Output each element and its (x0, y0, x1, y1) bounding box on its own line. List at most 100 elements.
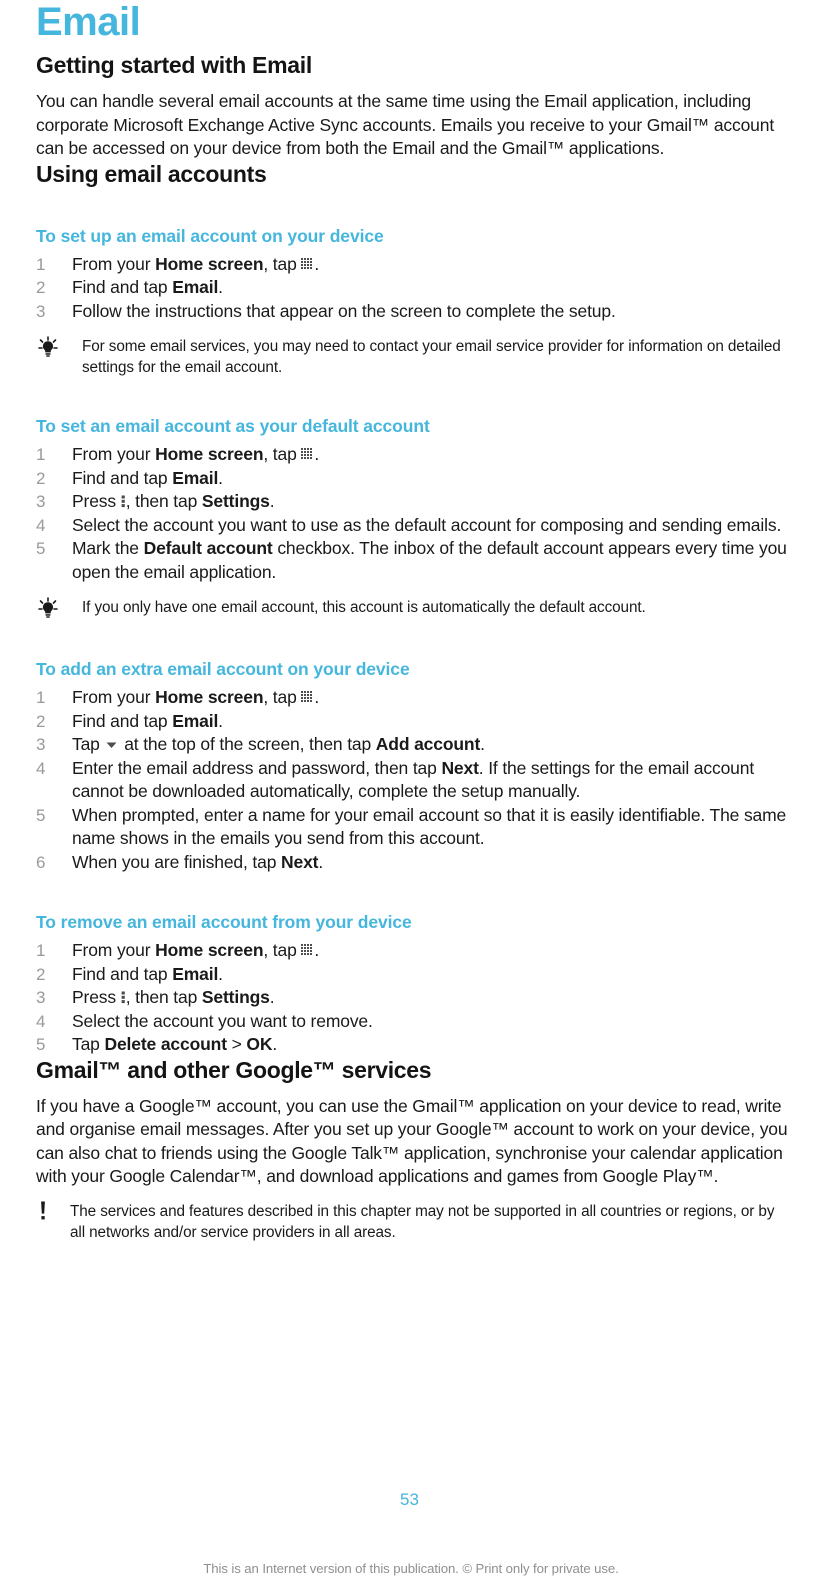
step-text-suffix: . (218, 963, 223, 984)
list-item: Press , then tap Settings. (36, 986, 792, 1010)
tip-text: If you only have one email account, this… (82, 599, 646, 616)
section-heading-getting-started: Getting started with Email (36, 52, 312, 78)
list-item: Tap at the top of the screen, then tap A… (36, 733, 792, 757)
tip-text: For some email services, you may need to… (82, 338, 781, 376)
tip-note: If you only have one email account, this… (36, 597, 792, 621)
step-text-bold: Email (172, 467, 219, 488)
page-number: 53 (400, 1490, 419, 1509)
document-page: Email Getting started with Email You can… (0, 0, 822, 1587)
app-grid-icon (301, 257, 314, 271)
step-text-bold: Next (281, 851, 319, 872)
procedure-title: To set an email account as your default … (36, 416, 430, 436)
warning-text: The services and features described in t… (70, 1202, 775, 1241)
step-text-mid: , tap (263, 687, 302, 707)
paragraph-gmail-services: If you have a Google™ account, you can u… (36, 1095, 788, 1187)
procedure-steps: From your Home screen, tap . Find and ta… (36, 686, 792, 874)
step-text-bold: Home screen (155, 444, 264, 464)
app-grid-icon (301, 691, 314, 704)
step-text-suffix: . (218, 277, 223, 297)
step-text-bold: Email (172, 963, 219, 984)
footer-text: This is an Internet version of this publ… (203, 1561, 619, 1576)
step-text-suffix: . (318, 851, 324, 872)
list-item: From your Home screen, tap . (36, 253, 792, 277)
step-text-suffix: . (314, 253, 320, 274)
procedure-title: To add an extra email account on your de… (36, 659, 410, 679)
lightbulb-icon (36, 597, 66, 619)
step-text-mid: , tap (263, 253, 302, 274)
caret-down-icon (105, 738, 118, 751)
step-text-mid: , tap (263, 940, 302, 960)
step-text-mid: , then tap (125, 491, 202, 511)
step-text-mid: at the top of the screen, then tap (119, 734, 376, 754)
step-text-prefix: Enter the email address and password, th… (72, 757, 442, 778)
step-text-bold: OK (246, 1034, 273, 1054)
step-text-suffix: . (218, 467, 223, 488)
step-text-suffix: . (314, 444, 320, 464)
step-text-bold: Default account (143, 538, 273, 558)
list-item: Select the account you want to use as th… (36, 514, 792, 538)
list-item: When you are finished, tap Next. (36, 851, 792, 875)
step-text-prefix: Mark the (72, 538, 144, 558)
step-text-prefix: When you are finished, tap (72, 851, 281, 872)
step-text-prefix: From your (72, 253, 156, 274)
procedure-remove-email-account: To remove an email account from your dev… (36, 911, 792, 1057)
step-text-suffix: . (218, 710, 223, 731)
step-text-mid: > (226, 1034, 247, 1054)
step-text-bold: Add account (375, 734, 481, 754)
step-text-suffix: . (269, 491, 275, 511)
lightbulb-icon (36, 336, 66, 358)
tip-note: For some email services, you may need to… (36, 336, 792, 378)
section-heading-using-email-accounts: Using email accounts (36, 160, 267, 187)
list-item: Enter the email address and password, th… (36, 757, 792, 804)
procedure-title: To set up an email account on your devic… (36, 225, 384, 246)
step-text-suffix: . (272, 1034, 278, 1054)
list-item: Select the account you want to remove. (36, 1010, 792, 1034)
list-item: Mark the Default account checkbox. The i… (36, 537, 792, 584)
step-text-prefix: Find and tap (72, 710, 173, 731)
step-text-prefix: Select the account you want to use as th… (72, 514, 782, 535)
step-text-prefix: Tap (72, 734, 105, 754)
step-text-prefix: When prompted, enter a name for your ema… (72, 804, 787, 849)
procedure-set-up-email-account: To set up an email account on your devic… (36, 225, 792, 379)
step-text-bold: Email (172, 277, 219, 297)
step-text-bold: Settings (201, 491, 270, 511)
list-item: From your Home screen, tap . (36, 443, 792, 467)
step-text-prefix: Press (72, 491, 121, 511)
procedure-set-default-account: To set an email account as your default … (36, 415, 792, 621)
step-text-suffix: . (314, 940, 320, 960)
step-text-prefix: Find and tap (72, 467, 173, 488)
list-item: When prompted, enter a name for your ema… (36, 804, 792, 851)
app-grid-icon (301, 448, 314, 461)
app-grid-icon (301, 944, 314, 957)
list-item: Find and tap Email. (36, 276, 792, 300)
step-text-prefix: From your (72, 687, 156, 707)
list-item: Tap Delete account > OK. (36, 1033, 792, 1057)
list-item: Find and tap Email. (36, 963, 792, 987)
step-text-bold: Email (172, 710, 219, 731)
section-heading-gmail-services: Gmail™ and other Google™ services (36, 1056, 432, 1083)
step-text-mid: , tap (263, 444, 302, 464)
step-text-prefix: Press (72, 987, 121, 1007)
step-text-bold: Next (441, 757, 479, 778)
step-text-bold: Settings (201, 987, 270, 1007)
procedure-steps: From your Home screen, tap . Find and ta… (36, 939, 792, 1057)
exclamation-icon (38, 1200, 54, 1222)
step-text-prefix: Tap (72, 1034, 105, 1054)
step-text-bold: Home screen (155, 253, 264, 274)
warning-note: The services and features described in t… (36, 1201, 792, 1243)
step-text-bold: Home screen (155, 940, 264, 960)
list-item: From your Home screen, tap . (36, 686, 792, 710)
list-item: Find and tap Email. (36, 710, 792, 734)
step-text-bold: Delete account (104, 1034, 227, 1054)
step-text-suffix: . (314, 687, 320, 707)
procedure-steps: From your Home screen, tap . Find and ta… (36, 253, 792, 324)
procedure-title: To remove an email account from your dev… (36, 912, 412, 932)
step-text-prefix: From your (72, 444, 156, 464)
chapter-title: Email (36, 0, 141, 44)
procedure-steps: From your Home screen, tap . Find and ta… (36, 443, 792, 584)
step-text-prefix: Find and tap (72, 963, 173, 984)
list-item: Follow the instructions that appear on t… (36, 300, 792, 324)
step-text-prefix: Follow the instructions that appear on t… (72, 300, 616, 321)
step-text-bold: Home screen (155, 687, 264, 707)
list-item: Find and tap Email. (36, 467, 792, 491)
